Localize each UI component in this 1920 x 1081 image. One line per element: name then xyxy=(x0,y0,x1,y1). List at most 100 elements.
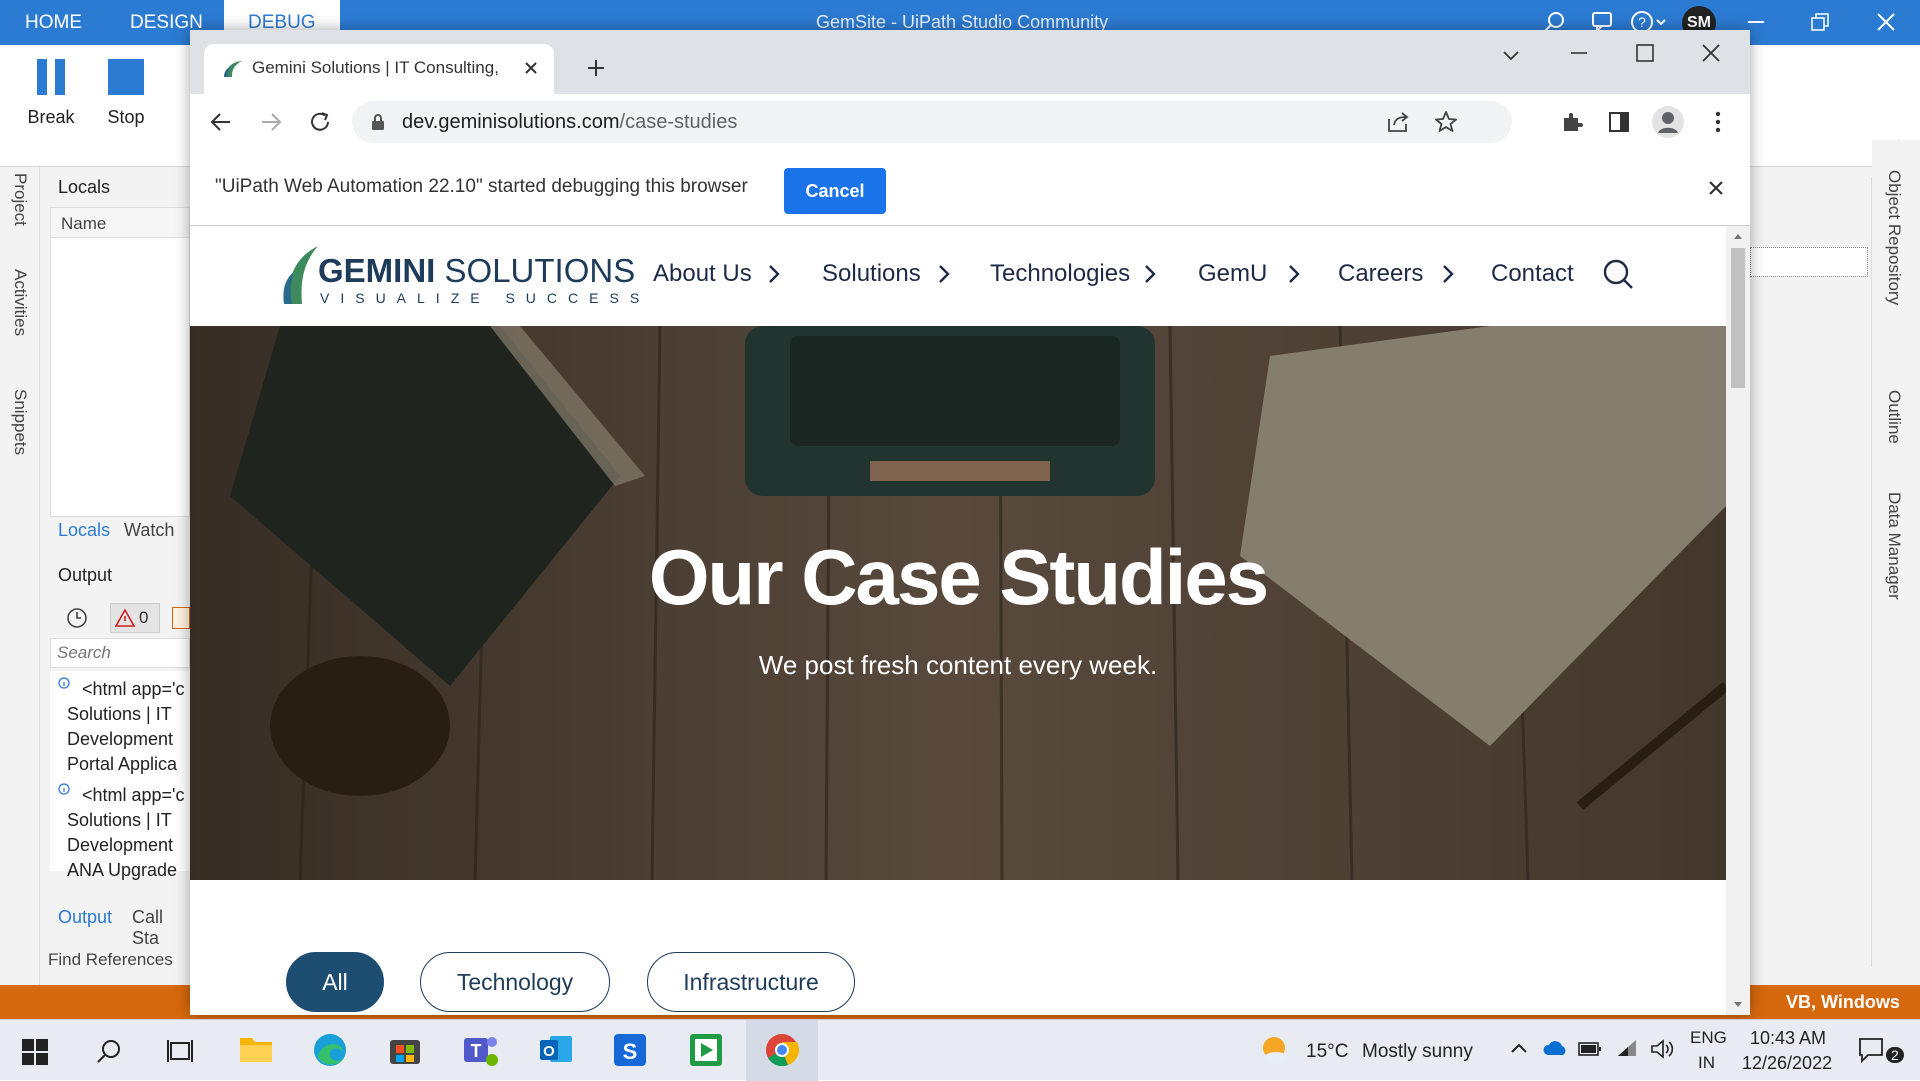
onedrive-icon[interactable] xyxy=(1542,1040,1568,1056)
stop-button[interactable]: Stop xyxy=(91,55,161,128)
stop-label: Stop xyxy=(107,107,145,127)
output-search-input[interactable] xyxy=(50,638,190,668)
scroll-down-icon[interactable] xyxy=(1733,1001,1743,1009)
rail-tab-data-manager[interactable]: Data Manager xyxy=(1884,492,1904,600)
tab-title: Gemini Solutions | IT Consulting, xyxy=(252,58,499,77)
weather-temp[interactable]: 15°C xyxy=(1306,1041,1348,1063)
rail-tab-activities[interactable]: Activities xyxy=(10,269,30,336)
rail-tab-snippets[interactable]: Snippets xyxy=(10,389,30,455)
browser-minimize-icon[interactable] xyxy=(1570,50,1588,56)
clock-icon[interactable] xyxy=(66,607,88,629)
bookmark-star-icon[interactable] xyxy=(1434,110,1458,134)
uipath-assistant-icon[interactable] xyxy=(688,1032,724,1068)
volume-icon[interactable] xyxy=(1650,1038,1674,1060)
clock-time[interactable]: 10:43 AM xyxy=(1750,1028,1826,1049)
browser-maximize-icon[interactable] xyxy=(1636,44,1654,62)
scroll-thumb[interactable] xyxy=(1731,248,1745,388)
gemini-logo[interactable]: GEMINI SOLUTIONS VISUALIZE SUCCESS xyxy=(282,244,639,310)
logo-tagline: VISUALIZE SUCCESS xyxy=(320,290,651,306)
find-references-tab[interactable]: Find References xyxy=(48,950,173,970)
locals-column-name: Name xyxy=(51,208,189,238)
chevron-right-icon xyxy=(1144,264,1156,284)
edge-icon[interactable] xyxy=(312,1032,348,1068)
info-icon xyxy=(58,783,70,795)
clock-date[interactable]: 12/26/2022 xyxy=(1742,1053,1832,1074)
store-icon[interactable] xyxy=(388,1032,422,1066)
tab-locals[interactable]: Locals xyxy=(58,520,110,541)
share-icon[interactable] xyxy=(1386,111,1410,133)
language-primary[interactable]: ENG xyxy=(1690,1028,1727,1048)
left-dock-rail: Project Activities Snippets xyxy=(0,167,40,985)
kebab-menu-icon[interactable] xyxy=(1714,110,1722,134)
svg-text:T: T xyxy=(471,1041,482,1061)
browser-toolbar: dev.geminisolutions.com/case-studies xyxy=(190,94,1750,150)
new-tab-icon[interactable] xyxy=(586,58,606,78)
browser-close-icon[interactable] xyxy=(1702,44,1720,62)
locals-grid: Name xyxy=(50,207,190,517)
cancel-debug-button[interactable]: Cancel xyxy=(784,168,886,214)
tab-watch[interactable]: Watch xyxy=(124,520,174,541)
tab-search-chevron-icon[interactable] xyxy=(1502,48,1520,62)
filter-all[interactable]: All xyxy=(286,952,384,1012)
filter-technology[interactable]: Technology xyxy=(420,952,610,1012)
language-region[interactable]: IN xyxy=(1698,1053,1715,1073)
chevron-right-icon xyxy=(938,264,950,284)
weather-icon[interactable] xyxy=(1258,1034,1292,1066)
teams-icon[interactable]: T xyxy=(460,1032,500,1068)
start-icon[interactable] xyxy=(22,1039,48,1065)
scroll-up-icon[interactable] xyxy=(1733,232,1743,240)
tab-home[interactable]: HOME xyxy=(25,12,82,34)
status-language[interactable]: VB, Windows xyxy=(1786,992,1900,1013)
back-icon[interactable] xyxy=(210,111,232,133)
skype-icon[interactable]: S xyxy=(612,1032,648,1068)
nav-contact[interactable]: Contact xyxy=(1491,260,1574,288)
chevron-right-icon xyxy=(1288,264,1300,284)
rail-tab-project[interactable]: Project xyxy=(10,173,30,226)
windows-taskbar: T O S 15°C Mostly sunny ENG IN 10:43 AM … xyxy=(0,1019,1920,1081)
warning-filter-icon[interactable] xyxy=(172,607,190,629)
output-title: Output xyxy=(58,565,113,585)
taskbar-search-icon[interactable] xyxy=(96,1038,122,1064)
file-explorer-icon[interactable] xyxy=(238,1032,274,1066)
break-label: Break xyxy=(27,107,75,127)
notifications-icon[interactable] xyxy=(1858,1036,1888,1064)
svg-text:?: ? xyxy=(1638,14,1646,30)
outlook-icon[interactable]: O xyxy=(538,1032,574,1066)
reload-icon[interactable] xyxy=(308,110,332,134)
logo-wordmark: GEMINI SOLUTIONS xyxy=(318,252,635,290)
restore-icon[interactable] xyxy=(1810,12,1830,32)
forward-icon xyxy=(260,111,282,133)
nav-about-us[interactable]: About Us xyxy=(653,260,752,288)
nav-technologies[interactable]: Technologies xyxy=(990,260,1130,288)
tab-close-icon[interactable] xyxy=(524,61,538,75)
error-filter-button[interactable]: 0 xyxy=(110,603,160,633)
rail-tab-object-repository[interactable]: Object Repository xyxy=(1884,170,1904,305)
debug-panels: Locals Name Locals Watch Output 0 <html … xyxy=(40,167,190,985)
nav-careers[interactable]: Careers xyxy=(1338,260,1423,288)
address-bar[interactable]: dev.geminisolutions.com/case-studies xyxy=(352,101,1512,143)
extensions-icon[interactable] xyxy=(1560,110,1584,134)
battery-icon[interactable] xyxy=(1578,1041,1602,1057)
lock-icon[interactable] xyxy=(370,113,386,131)
task-view-icon[interactable] xyxy=(166,1038,194,1064)
site-search-icon[interactable] xyxy=(1602,258,1634,290)
wifi-icon[interactable] xyxy=(1616,1038,1638,1058)
error-count: 0 xyxy=(139,608,149,627)
tab-call-stack[interactable]: Call Sta xyxy=(132,907,190,949)
close-icon[interactable] xyxy=(1876,12,1896,32)
break-button[interactable]: Break xyxy=(16,55,86,128)
tray-expand-chevron-icon[interactable] xyxy=(1510,1042,1528,1054)
filter-infrastructure[interactable]: Infrastructure xyxy=(647,952,855,1012)
side-panel-icon[interactable] xyxy=(1608,111,1630,133)
profile-icon[interactable] xyxy=(1652,106,1684,138)
chrome-taskbar-button[interactable] xyxy=(746,1020,818,1081)
tab-output[interactable]: Output xyxy=(58,907,112,928)
url-text[interactable]: dev.geminisolutions.com/case-studies xyxy=(402,111,737,134)
nav-gemu[interactable]: GemU xyxy=(1198,260,1267,288)
infobar-close-icon[interactable] xyxy=(1708,180,1724,196)
weather-desc[interactable]: Mostly sunny xyxy=(1362,1041,1473,1063)
nav-solutions[interactable]: Solutions xyxy=(822,260,921,288)
rail-tab-outline[interactable]: Outline xyxy=(1884,390,1904,444)
browser-tab[interactable]: Gemini Solutions | IT Consulting, xyxy=(204,44,554,94)
page-scrollbar[interactable] xyxy=(1726,226,1750,1015)
